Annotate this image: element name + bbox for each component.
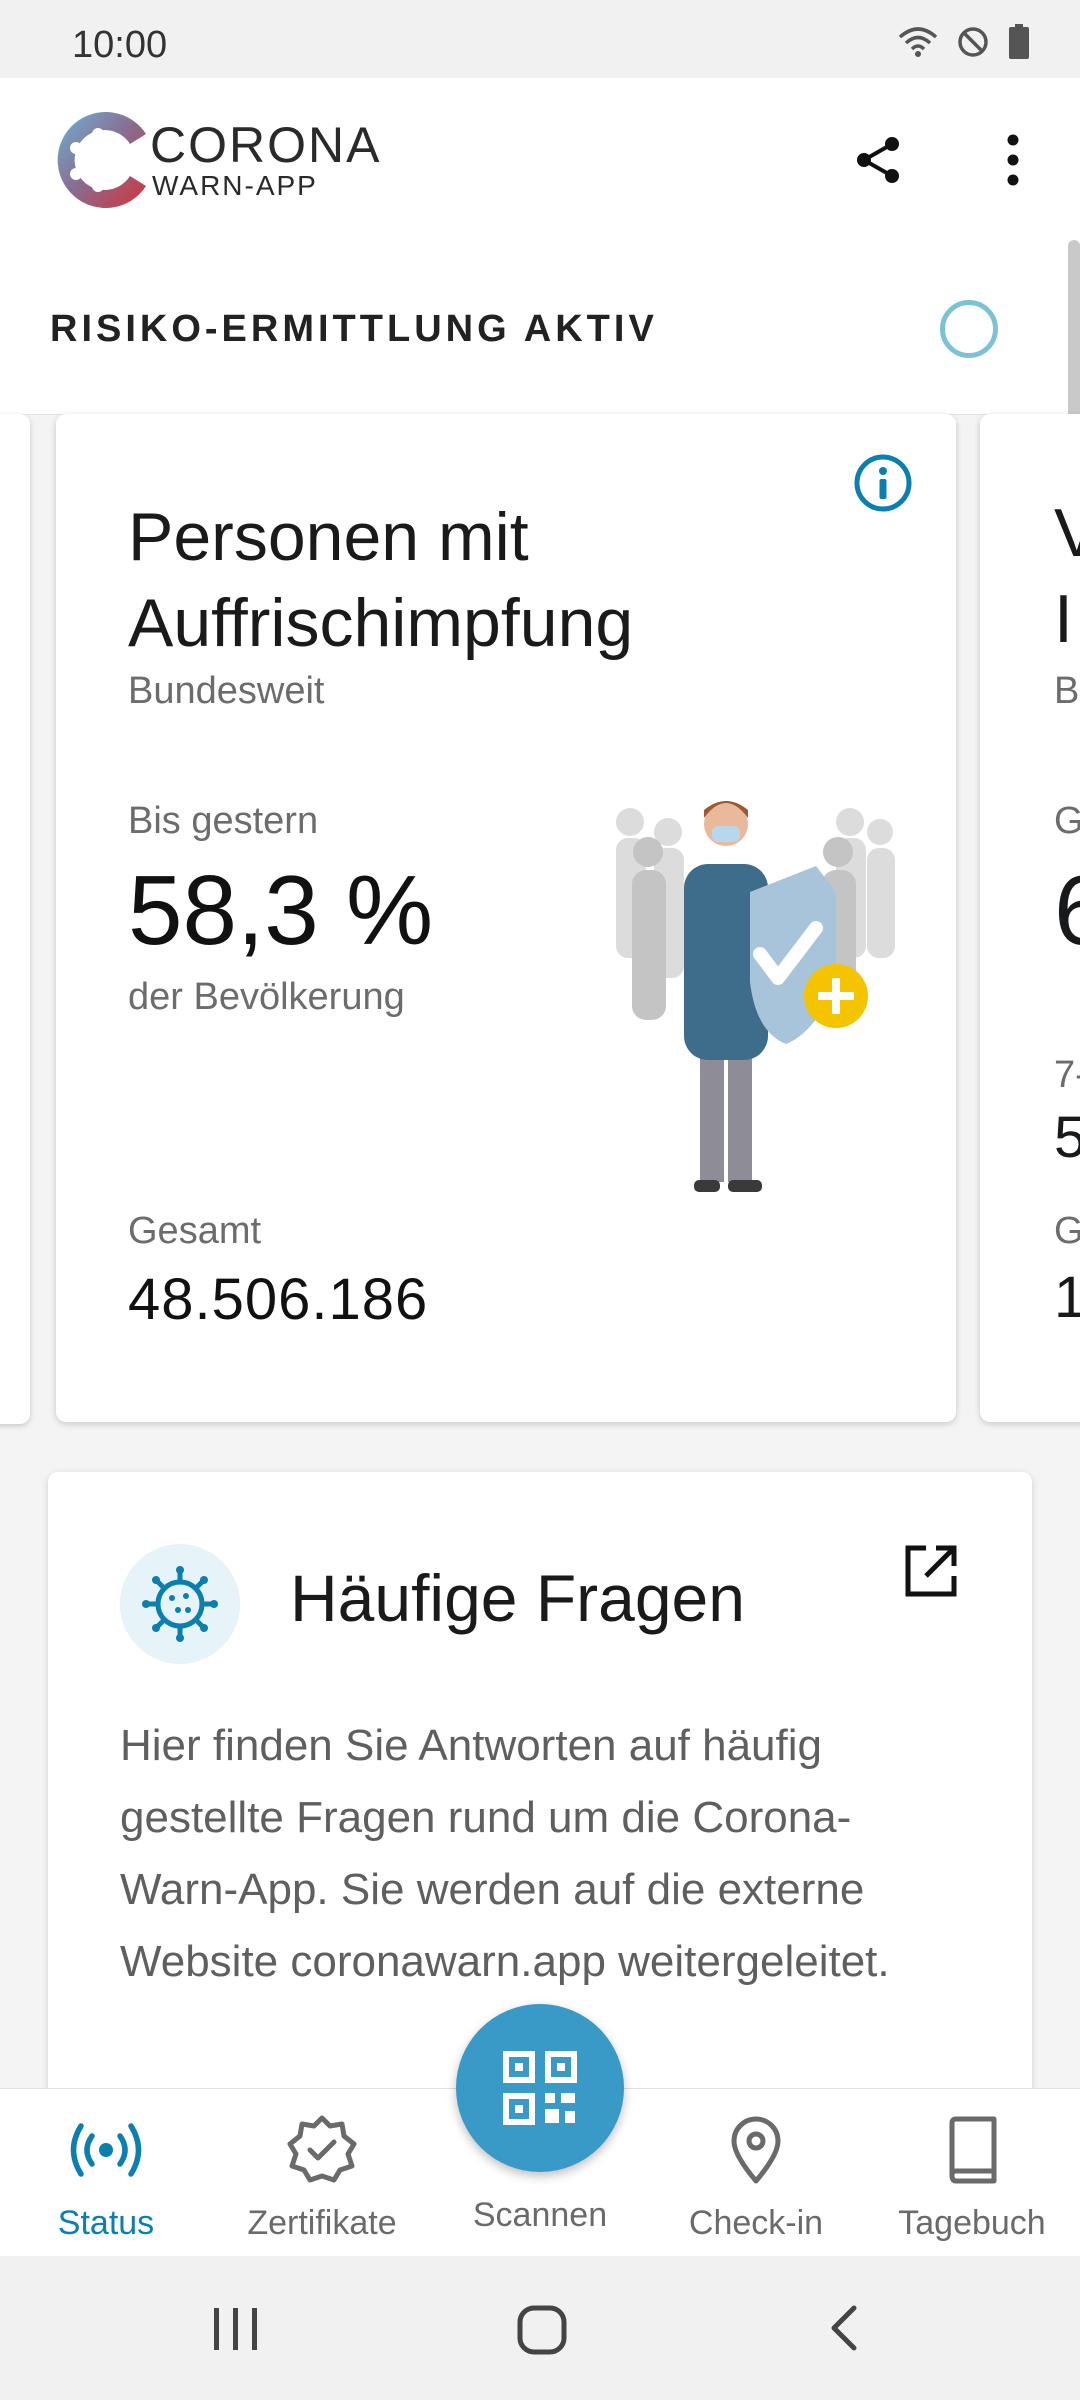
home-icon[interactable] (510, 2298, 574, 2362)
stats-label-total: Gesamt (128, 1210, 262, 1252)
wifi-icon (898, 27, 938, 57)
loading-spinner-icon (940, 300, 998, 358)
risk-status-title: RISIKO-ERMITTLUNG AKTIV (50, 308, 658, 350)
next-card-title-line1: V (1054, 495, 1080, 571)
qr-code-icon (503, 2051, 577, 2125)
next-card-row1-value: 5 (1054, 1105, 1080, 1170)
info-icon[interactable] (852, 452, 914, 514)
nav-label-scannen: Scannen (472, 2196, 608, 2234)
nav-label-status: Status (57, 2204, 155, 2242)
location-pin-icon (731, 2116, 781, 2184)
next-card-row1-label: 7- (1054, 1054, 1080, 1096)
next-card-subtitle: B (1054, 670, 1080, 712)
status-icons (898, 24, 1030, 60)
next-card-value: 6 (1054, 854, 1080, 967)
stats-card-title: Personen mit Auffrischimpfung (128, 499, 634, 661)
more-options-icon[interactable] (988, 130, 1038, 190)
diary-book-icon (949, 2116, 997, 2184)
nav-item-tagebuch[interactable]: Tagebuch (872, 2110, 1072, 2243)
brand-title: CORONA (150, 117, 382, 173)
nav-item-status[interactable]: Status (6, 2110, 206, 2243)
nav-label-tagebuch: Tagebuch (898, 2204, 1046, 2242)
nav-item-scannen[interactable]: Scannen (440, 2196, 640, 2235)
corona-warn-app-logo (57, 112, 146, 209)
nav-label-zertifikate: Zertifikate (247, 2204, 397, 2242)
stats-total-value: 48.506.186 (128, 1267, 429, 1332)
next-card-row2-value: 1 (1054, 1265, 1080, 1330)
brand-subtitle: WARN-APP (152, 170, 318, 201)
status-time: 10:00 (72, 24, 168, 66)
nav-item-checkin[interactable]: Check-in (656, 2110, 856, 2243)
nav-label-checkin: Check-in (688, 2204, 824, 2242)
battery-icon (1009, 24, 1029, 59)
certificate-badge-icon (287, 2115, 357, 2183)
stats-card-subtitle: Bundesweit (128, 670, 325, 712)
scan-qr-button[interactable] (456, 2004, 624, 2172)
share-icon[interactable] (848, 130, 908, 190)
broadcast-icon (70, 2123, 142, 2177)
virus-icon (120, 1544, 240, 1664)
back-icon[interactable] (814, 2296, 874, 2360)
next-card-row2-label: G (1054, 1210, 1080, 1252)
stats-card-previous[interactable] (0, 414, 30, 1424)
next-card-title-line2: I (1054, 581, 1073, 657)
stats-card-next[interactable]: V I B G 6 7- 5 G 1 (980, 414, 1080, 1422)
next-card-label: G (1054, 800, 1080, 842)
external-link-icon[interactable] (900, 1540, 962, 1602)
stats-primary-unit: der Bevölkerung (128, 976, 405, 1018)
stats-primary-value: 58,3 % (128, 855, 434, 965)
recent-apps-icon[interactable] (206, 2296, 266, 2360)
faq-title: Häufige Fragen (290, 1561, 745, 1635)
stats-label-until: Bis gestern (128, 800, 319, 842)
faq-description: Hier finden Sie Antworten auf häufig ges… (120, 1721, 890, 1986)
nav-item-zertifikate[interactable]: Zertifikate (222, 2110, 422, 2243)
booster-illustration (616, 801, 895, 1192)
do-not-disturb-icon (958, 27, 988, 57)
